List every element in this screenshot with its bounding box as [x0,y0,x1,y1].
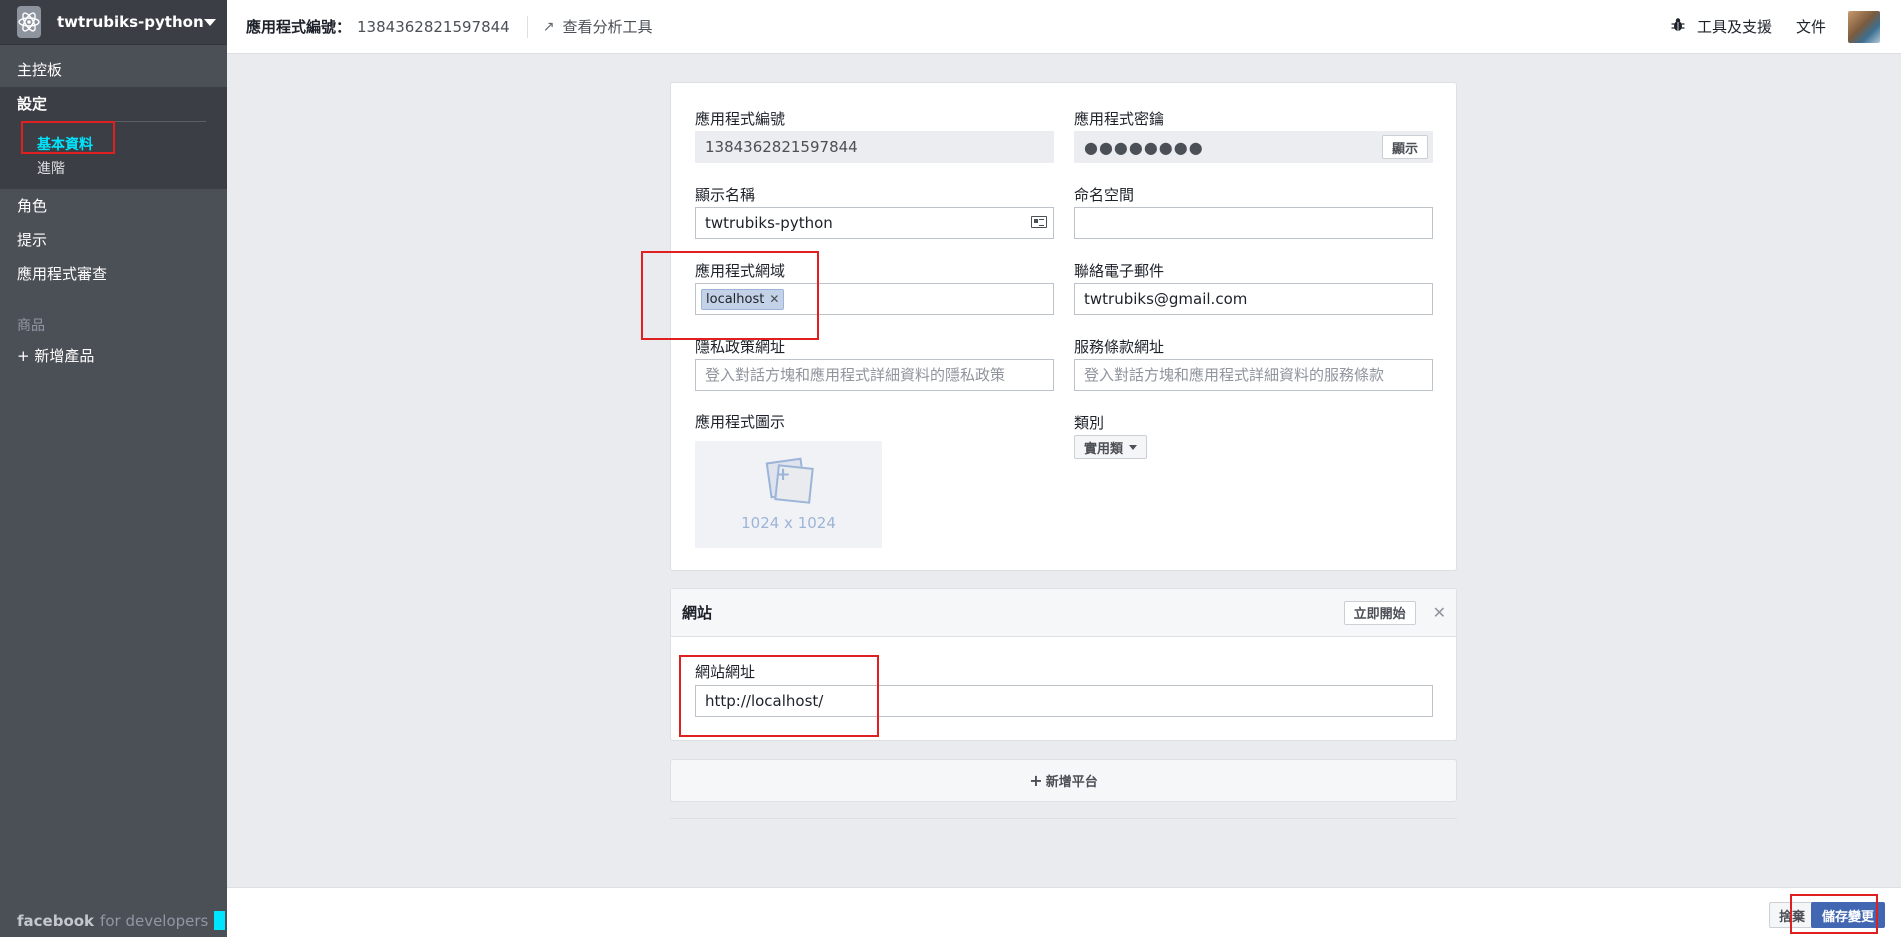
action-bar: 捨棄 儲存變更 [227,887,1901,937]
add-photo-icon: + [764,457,814,504]
avatar[interactable] [1848,10,1880,43]
app-secret-field: ●●●●●●●● 顯示 [1074,131,1433,163]
app-id-value: 1384362821597844 [357,17,510,36]
contact-email-input[interactable] [1084,290,1432,308]
trend-up-icon: ↗ [542,18,555,35]
id-card-icon [1031,216,1047,228]
add-platform-button[interactable]: + 新增平台 [670,759,1457,802]
atom-icon [17,6,41,38]
website-platform-card: 網站 立即開始 ✕ 網站網址 [670,588,1457,741]
app-domains-field[interactable]: localhost ✕ [695,283,1054,315]
plus-icon: + [1029,771,1043,790]
app-secret-label: 應用程式密鑰 [1074,110,1165,128]
privacy-url-label: 隱私政策網址 [695,338,786,356]
tos-url-field[interactable] [1074,359,1433,391]
site-url-field[interactable] [695,685,1433,717]
docs-link[interactable]: 文件 [1796,16,1826,37]
sidebar-item-dashboard[interactable]: 主控板 [0,53,227,87]
category-dropdown[interactable]: 實用類 [1074,435,1148,459]
icon-size-text: 1024 x 1024 [741,513,836,532]
category-value: 實用類 [1084,441,1124,457]
namespace-field[interactable] [1074,207,1433,239]
analytics-link[interactable]: ↗ 查看分析工具 [543,16,653,37]
bug-icon[interactable] [1671,17,1685,36]
sidebar: twtrubiks-python 主控板 設定 基本資料 進階 角色 提示 應用… [0,0,227,937]
close-icon[interactable]: ✕ [1433,603,1446,622]
caret-down-icon [1129,444,1138,450]
display-name-label: 顯示名稱 [695,186,756,204]
sidebar-subitem-advanced[interactable]: 進階 [0,158,227,180]
footer-suffix: for developers [100,911,209,930]
basic-settings-card: 應用程式編號 1384362821597844 應用程式密鑰 ●●●●●●●● … [670,82,1457,571]
namespace-label: 命名空間 [1074,186,1135,204]
sidebar-settings-group: 設定 基本資料 進階 [0,87,227,189]
cursor-block [214,911,226,930]
facebook-brand: facebook [17,911,95,930]
sidebar-item-add-product[interactable]: + 新增產品 [0,339,227,373]
website-title: 網站 [682,604,713,622]
tos-url-label: 服務條款網址 [1074,338,1165,356]
display-name-field[interactable] [695,207,1054,239]
display-name-input[interactable] [705,214,1053,232]
analytics-label: 查看分析工具 [562,18,653,36]
tools-support-link[interactable]: 工具及支援 [1697,16,1772,37]
site-url-input[interactable] [705,692,1432,710]
namespace-input[interactable] [1084,214,1432,232]
app-icon-label: 應用程式圖示 [695,413,786,431]
domain-token[interactable]: localhost ✕ [701,288,785,310]
app-secret-value: ●●●●●●●● [1084,137,1204,157]
category-label: 類別 [1074,414,1105,432]
app-id-field-value: 1384362821597844 [705,138,858,156]
quickstart-button[interactable]: 立即開始 [1343,600,1416,625]
app-id-field-label: 應用程式編號 [695,110,786,128]
website-card-header: 網站 立即開始 ✕ [671,589,1456,637]
discard-button[interactable]: 捨棄 [1768,902,1815,928]
privacy-url-input[interactable] [705,366,1053,384]
remove-token-icon[interactable]: ✕ [769,292,779,306]
domain-token-label: localhost [706,291,765,307]
caret-down-icon[interactable] [203,18,216,26]
sidebar-products-heading: 商品 [17,318,45,334]
save-changes-button[interactable]: 儲存變更 [1810,902,1885,928]
show-secret-button[interactable]: 顯示 [1381,135,1428,159]
top-separator [526,15,528,38]
app-name: twtrubiks-python [57,13,204,31]
contact-email-field[interactable] [1074,283,1433,315]
sidebar-item-settings[interactable]: 設定 [0,87,227,121]
sidebar-footer: facebook for developers [17,911,226,930]
tos-url-input[interactable] [1084,366,1432,384]
top-right-group: 工具及支援 文件 [1671,10,1901,43]
app-switcher[interactable]: twtrubiks-python [0,0,227,45]
app-id-field: 1384362821597844 [695,131,1054,163]
sidebar-divider [21,121,206,122]
sidebar-item-app-review[interactable]: 應用程式審查 [0,257,227,291]
add-platform-label: 新增平台 [1045,775,1098,790]
app-domains-label: 應用程式網域 [695,262,786,280]
bottom-divider [670,818,1457,819]
sidebar-item-alerts[interactable]: 提示 [0,223,227,257]
app-icon-uploader[interactable]: + 1024 x 1024 [695,441,882,548]
privacy-url-field[interactable] [695,359,1054,391]
app-id-label: 應用程式編號： [246,18,352,36]
sidebar-subitem-basic[interactable]: 基本資料 [0,132,227,158]
site-url-label: 網站網址 [695,663,756,681]
sidebar-item-roles[interactable]: 角色 [0,189,227,223]
top-bar: 應用程式編號： 1384362821597844 ↗ 查看分析工具 工具及支援 … [227,0,1901,54]
contact-email-label: 聯絡電子郵件 [1074,262,1165,280]
